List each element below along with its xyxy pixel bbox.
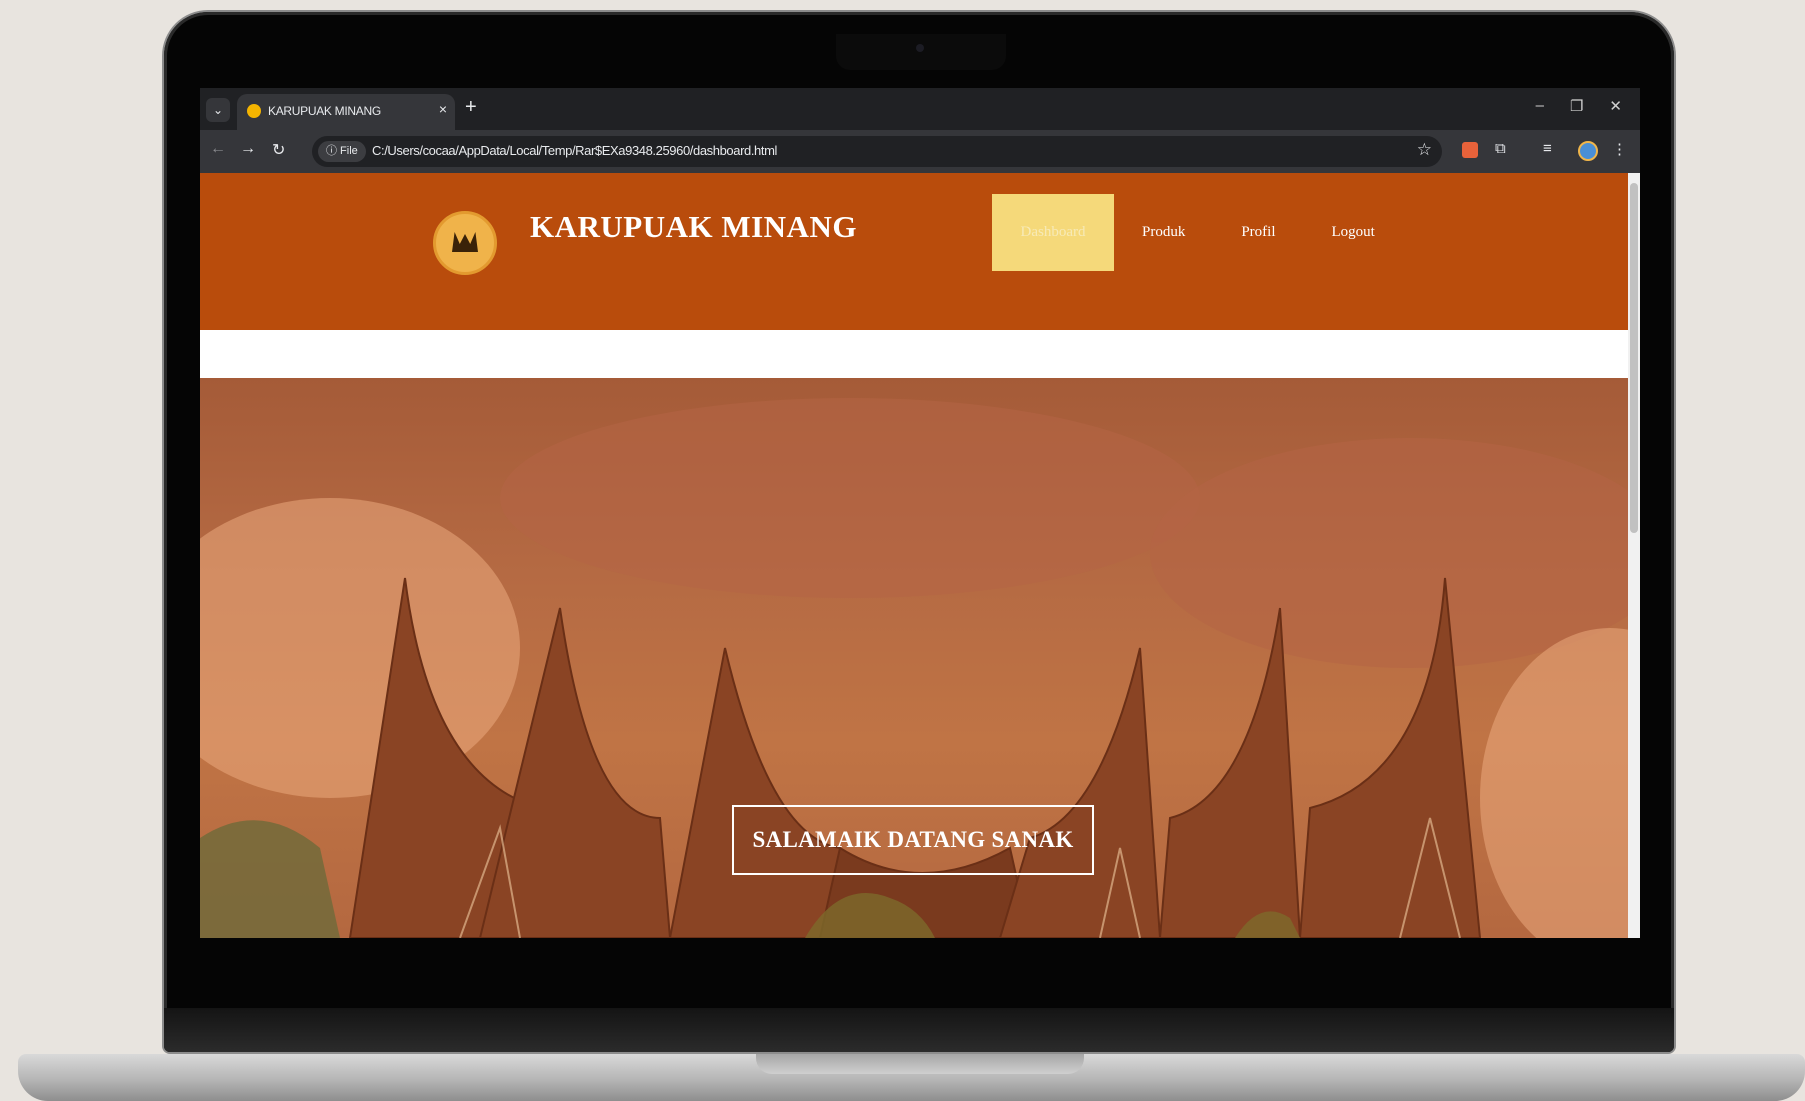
welcome-button[interactable]: SALAMAIK DATANG SANAK: [732, 805, 1094, 875]
nav-produk[interactable]: Produk: [1114, 194, 1213, 271]
site-title: KARUPUAK MINANG: [530, 209, 857, 244]
site-header: KARUPUAK MINANG Dashboard Produk Profil …: [200, 173, 1628, 330]
window-controls: – ❐ ✕: [1536, 97, 1622, 115]
reload-icon[interactable]: ↻: [272, 140, 285, 160]
media-control-icon[interactable]: ≡: [1543, 140, 1552, 157]
main-nav: Dashboard Produk Profil Logout: [992, 194, 1403, 271]
camera-notch: [836, 34, 1006, 70]
menu-kebab-icon[interactable]: ⋮: [1612, 140, 1627, 158]
minimize-icon[interactable]: –: [1536, 97, 1544, 115]
back-icon[interactable]: ←: [210, 140, 226, 158]
logo: [433, 211, 497, 275]
close-tab-icon[interactable]: ×: [439, 101, 447, 117]
rumah-gadang-icon: [452, 232, 478, 252]
bookmark-star-icon[interactable]: ☆: [1417, 140, 1432, 160]
nav-profil[interactable]: Profil: [1213, 194, 1303, 271]
browser-tab[interactable]: KARUPUAK MINANG ×: [237, 94, 455, 130]
close-window-icon[interactable]: ✕: [1609, 97, 1622, 115]
tab-title: KARUPUAK MINANG: [268, 104, 381, 118]
extensions-puzzle-icon[interactable]: ⧉: [1495, 140, 1506, 157]
nav-logout[interactable]: Logout: [1304, 194, 1403, 271]
hero-banner: SALAMAIK DATANG SANAK: [200, 378, 1628, 938]
site-info-chip[interactable]: ⓘ File: [318, 141, 366, 162]
browser-toolbar: ← → ↻ ⓘ File C:/Users/cocaa/AppData/Loca…: [200, 130, 1640, 173]
camera-icon: [916, 44, 924, 52]
url-text[interactable]: C:/Users/cocaa/AppData/Local/Temp/Rar$EX…: [372, 143, 777, 158]
nav-dashboard[interactable]: Dashboard: [992, 194, 1114, 271]
scrollbar-thumb[interactable]: [1630, 183, 1638, 533]
favicon-icon: [247, 104, 261, 118]
spacer-band: [200, 330, 1628, 378]
tab-strip: ⌄ KARUPUAK MINANG × + – ❐ ✕: [200, 88, 1640, 130]
laptop-base-notch: [756, 1054, 1084, 1074]
extension-icon[interactable]: [1462, 142, 1478, 158]
restore-icon[interactable]: ❐: [1570, 97, 1583, 115]
tab-search-icon[interactable]: ⌄: [206, 98, 230, 122]
profile-avatar[interactable]: [1578, 141, 1598, 161]
browser-window: ⌄ KARUPUAK MINANG × + – ❐ ✕ ← → ↻ ⓘ File…: [200, 88, 1640, 938]
new-tab-icon[interactable]: +: [465, 96, 477, 119]
scrollbar[interactable]: [1628, 173, 1640, 938]
forward-icon[interactable]: →: [240, 140, 256, 158]
web-page: KARUPUAK MINANG Dashboard Produk Profil …: [200, 173, 1628, 938]
address-bar[interactable]: ⓘ File C:/Users/cocaa/AppData/Local/Temp…: [312, 136, 1442, 167]
laptop-bottom-bezel: [164, 1008, 1674, 1052]
